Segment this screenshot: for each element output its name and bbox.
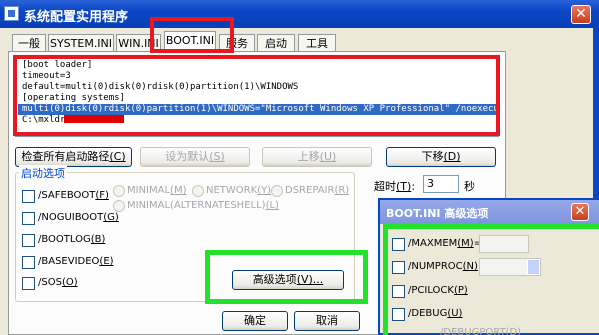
dialog-close-button[interactable]: ✕ — [571, 203, 589, 221]
tab-general[interactable]: 一般 — [12, 34, 46, 52]
safeboot-label: /SAFEBOOT(F) — [38, 190, 109, 201]
safeboot-checkbox[interactable] — [22, 190, 35, 203]
dialog-highlight-box — [383, 224, 599, 335]
textarea-highlight-box — [13, 55, 500, 136]
tab-startup[interactable]: 启动 — [257, 34, 295, 52]
dialog-title: BOOT.INI 高级选项 — [386, 207, 489, 220]
advanced-button-highlight-box — [205, 250, 368, 304]
sos-label: /SOS(O) — [38, 277, 78, 288]
network-label: NETWORK(Y) — [206, 185, 272, 196]
noguiboot-checkbox[interactable] — [22, 212, 35, 225]
cancel-button[interactable]: 取消 — [294, 311, 360, 331]
dsrepair-radio[interactable] — [271, 185, 283, 197]
noguiboot-label: /NOGUIBOOT(G) — [38, 212, 119, 223]
timeout-unit: 秒 — [464, 180, 475, 193]
app-icon — [4, 6, 19, 21]
tab-tools[interactable]: 工具 — [298, 34, 336, 52]
sos-checkbox[interactable] — [22, 277, 35, 290]
move-up-button[interactable]: 上移(U) — [262, 147, 372, 167]
tab-highlight-box — [150, 17, 234, 53]
bootlog-label: /BOOTLOG(B) — [38, 234, 106, 245]
set-default-button[interactable]: 设为默认(S) — [140, 147, 250, 167]
minimal-altshell-label: MINIMAL(ALTERNATESHELL)(L) — [127, 200, 279, 211]
window-close-button[interactable]: ✕ — [571, 5, 591, 24]
window-title-bar: 系统配置实用程序 — [0, 0, 599, 28]
timeout-input[interactable]: 3 — [423, 175, 459, 193]
dialog-title-bar: BOOT.INI 高级选项 — [380, 200, 599, 224]
tab-system-ini[interactable]: SYSTEM.INI — [48, 34, 114, 52]
minimal-label: MINIMAL(M) — [127, 185, 187, 196]
check-boot-paths-button[interactable]: 检查所有启动路径(C) — [15, 147, 132, 167]
window-title: 系统配置实用程序 — [24, 10, 129, 25]
bootlog-checkbox[interactable] — [22, 234, 35, 247]
dsrepair-label: DSREPAIR(R) — [285, 185, 350, 196]
ok-button[interactable]: 确定 — [222, 311, 288, 331]
timeout-label: 超时(T): — [374, 180, 416, 193]
basevideo-checkbox[interactable] — [22, 256, 35, 269]
minimal-altshell-radio[interactable] — [113, 200, 125, 212]
close-icon: ✕ — [575, 6, 587, 22]
move-down-button[interactable]: 下移(D) — [386, 147, 496, 167]
boot-options-title: 启动选项 — [19, 165, 67, 181]
network-radio[interactable] — [192, 185, 204, 197]
close-icon: ✕ — [574, 204, 586, 219]
minimal-radio[interactable] — [113, 185, 125, 197]
basevideo-label: /BASEVIDEO(E) — [38, 256, 114, 267]
